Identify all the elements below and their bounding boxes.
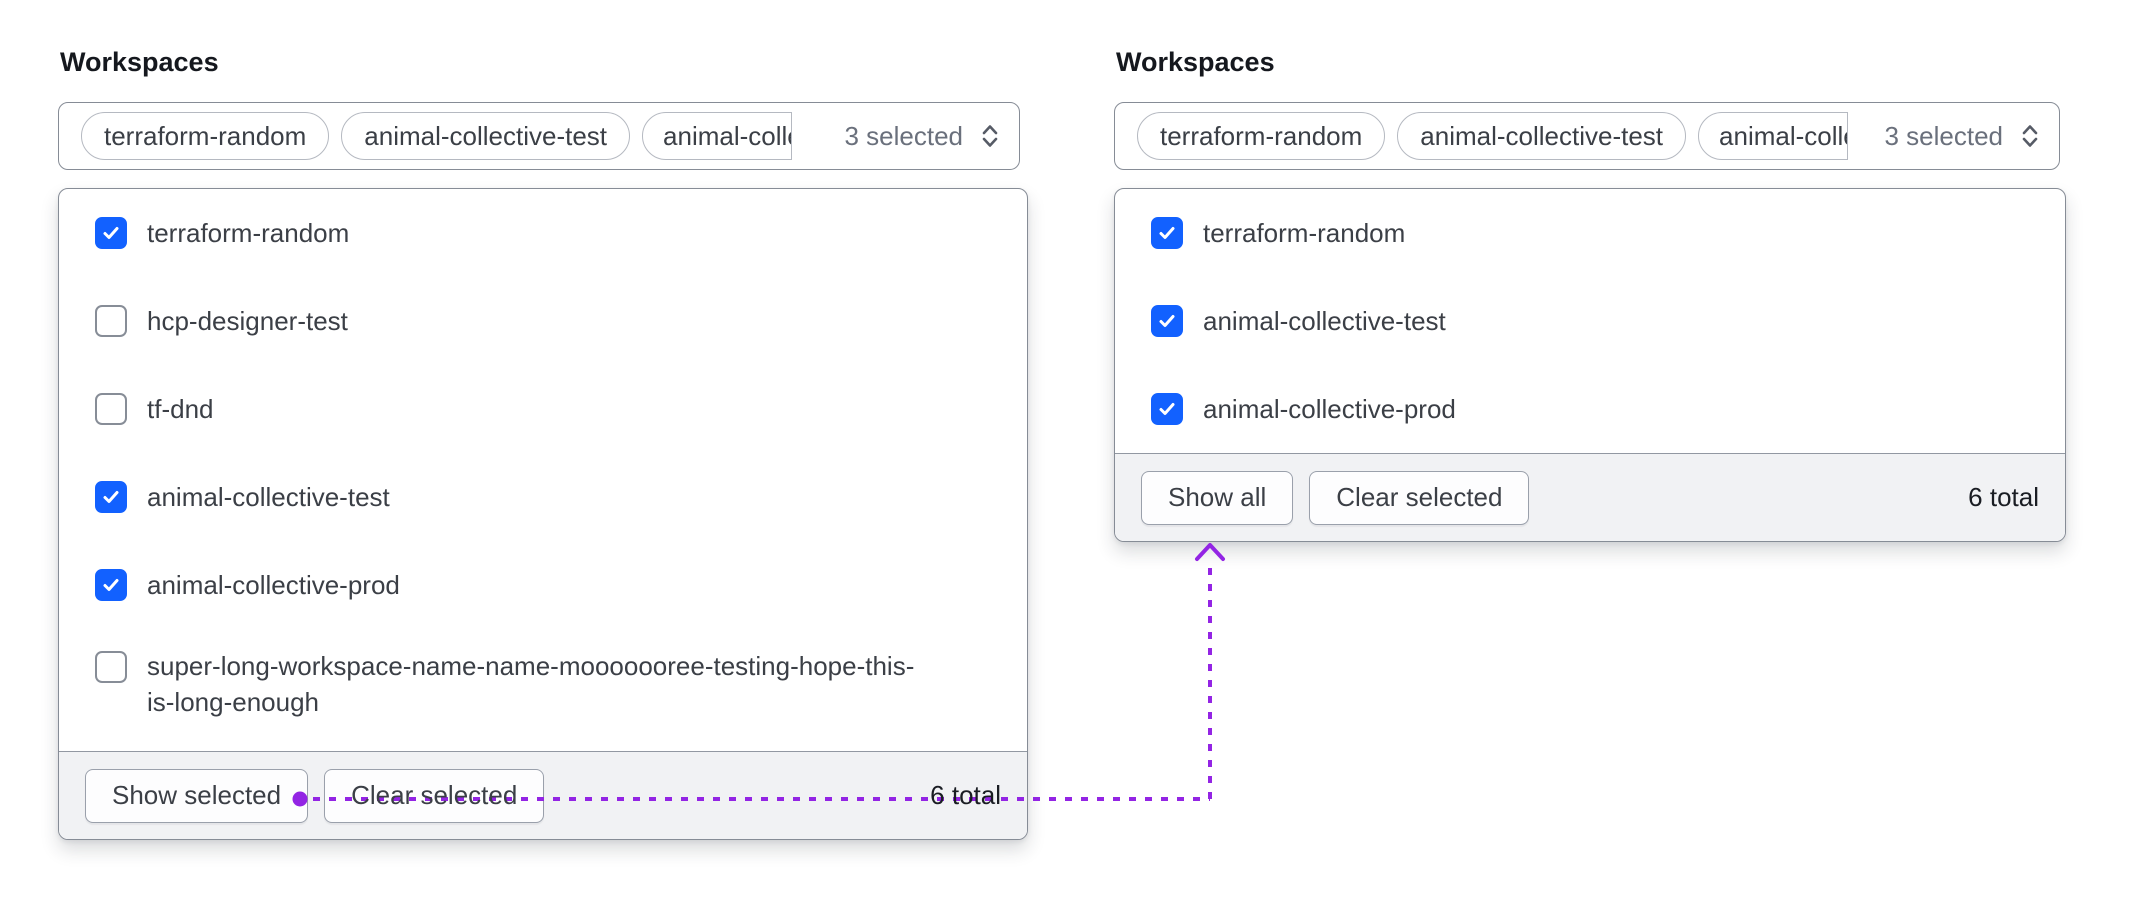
total-count-label: 6 total xyxy=(1968,482,2039,513)
option-row[interactable]: animal-collective-test xyxy=(1115,277,2065,365)
chevron-up-down-icon xyxy=(977,121,1003,151)
selected-count-label: 3 selected xyxy=(844,121,963,152)
popover-footer: Show all Clear selected 6 total xyxy=(1115,453,2065,541)
selected-pill: terraform-random xyxy=(81,112,329,160)
option-label: hcp-designer-test xyxy=(147,306,348,337)
option-label: animal-collective-prod xyxy=(147,570,400,601)
clear-selected-button[interactable]: Clear selected xyxy=(324,769,544,823)
checkbox-checked[interactable] xyxy=(95,481,127,513)
selected-pill: animal-collective-test xyxy=(1397,112,1686,160)
selected-pill: animal-collective-test xyxy=(341,112,630,160)
clear-selected-button[interactable]: Clear selected xyxy=(1309,471,1529,525)
option-row[interactable]: super-long-workspace-name-name-moooooore… xyxy=(59,629,1027,751)
checkbox-checked[interactable] xyxy=(1151,305,1183,337)
field-label: Workspaces xyxy=(1116,46,2066,78)
annotation-arrowhead xyxy=(1197,545,1223,559)
options-popover: terraform-random animal-collective-test … xyxy=(1114,188,2066,542)
checkbox-checked[interactable] xyxy=(95,569,127,601)
option-label: terraform-random xyxy=(1203,218,1405,249)
workspaces-multiselect-right: Workspaces terraform-random animal-colle… xyxy=(1114,46,2066,542)
checkbox-checked[interactable] xyxy=(95,217,127,249)
checkbox-checked[interactable] xyxy=(1151,393,1183,425)
total-count-label: 6 total xyxy=(930,780,1001,811)
show-selected-button[interactable]: Show selected xyxy=(85,769,308,823)
options-popover: terraform-random hcp-designer-test tf-dn… xyxy=(58,188,1028,840)
option-row[interactable]: terraform-random xyxy=(59,189,1027,277)
selected-pill: terraform-random xyxy=(1137,112,1385,160)
checkbox-unchecked[interactable] xyxy=(95,651,127,683)
option-label: tf-dnd xyxy=(147,394,214,425)
option-row[interactable]: hcp-designer-test xyxy=(59,277,1027,365)
option-row[interactable]: animal-collective-test xyxy=(59,453,1027,541)
checkbox-unchecked[interactable] xyxy=(95,305,127,337)
option-label: animal-collective-test xyxy=(147,482,390,513)
selected-pill-truncated: animal-collective-prod xyxy=(1698,112,1848,160)
multiselect-trigger[interactable]: terraform-random animal-collective-test … xyxy=(58,102,1020,170)
selected-pill-truncated: animal-collective-prod xyxy=(642,112,792,160)
option-label: animal-collective-prod xyxy=(1203,394,1456,425)
option-label: terraform-random xyxy=(147,218,349,249)
selected-count-label: 3 selected xyxy=(1884,121,2003,152)
option-row[interactable]: tf-dnd xyxy=(59,365,1027,453)
option-label: animal-collective-test xyxy=(1203,306,1446,337)
chevron-up-down-icon xyxy=(2017,121,2043,151)
checkbox-checked[interactable] xyxy=(1151,217,1183,249)
option-row[interactable]: animal-collective-prod xyxy=(59,541,1027,629)
option-row[interactable]: animal-collective-prod xyxy=(1115,365,2065,453)
show-all-button[interactable]: Show all xyxy=(1141,471,1293,525)
workspaces-multiselect-left: Workspaces terraform-random animal-colle… xyxy=(58,46,1028,840)
option-label: super-long-workspace-name-name-moooooore… xyxy=(147,648,937,720)
option-row[interactable]: terraform-random xyxy=(1115,189,2065,277)
field-label: Workspaces xyxy=(60,46,1028,78)
checkbox-unchecked[interactable] xyxy=(95,393,127,425)
popover-footer: Show selected Clear selected 6 total xyxy=(59,751,1027,839)
multiselect-trigger[interactable]: terraform-random animal-collective-test … xyxy=(1114,102,2060,170)
